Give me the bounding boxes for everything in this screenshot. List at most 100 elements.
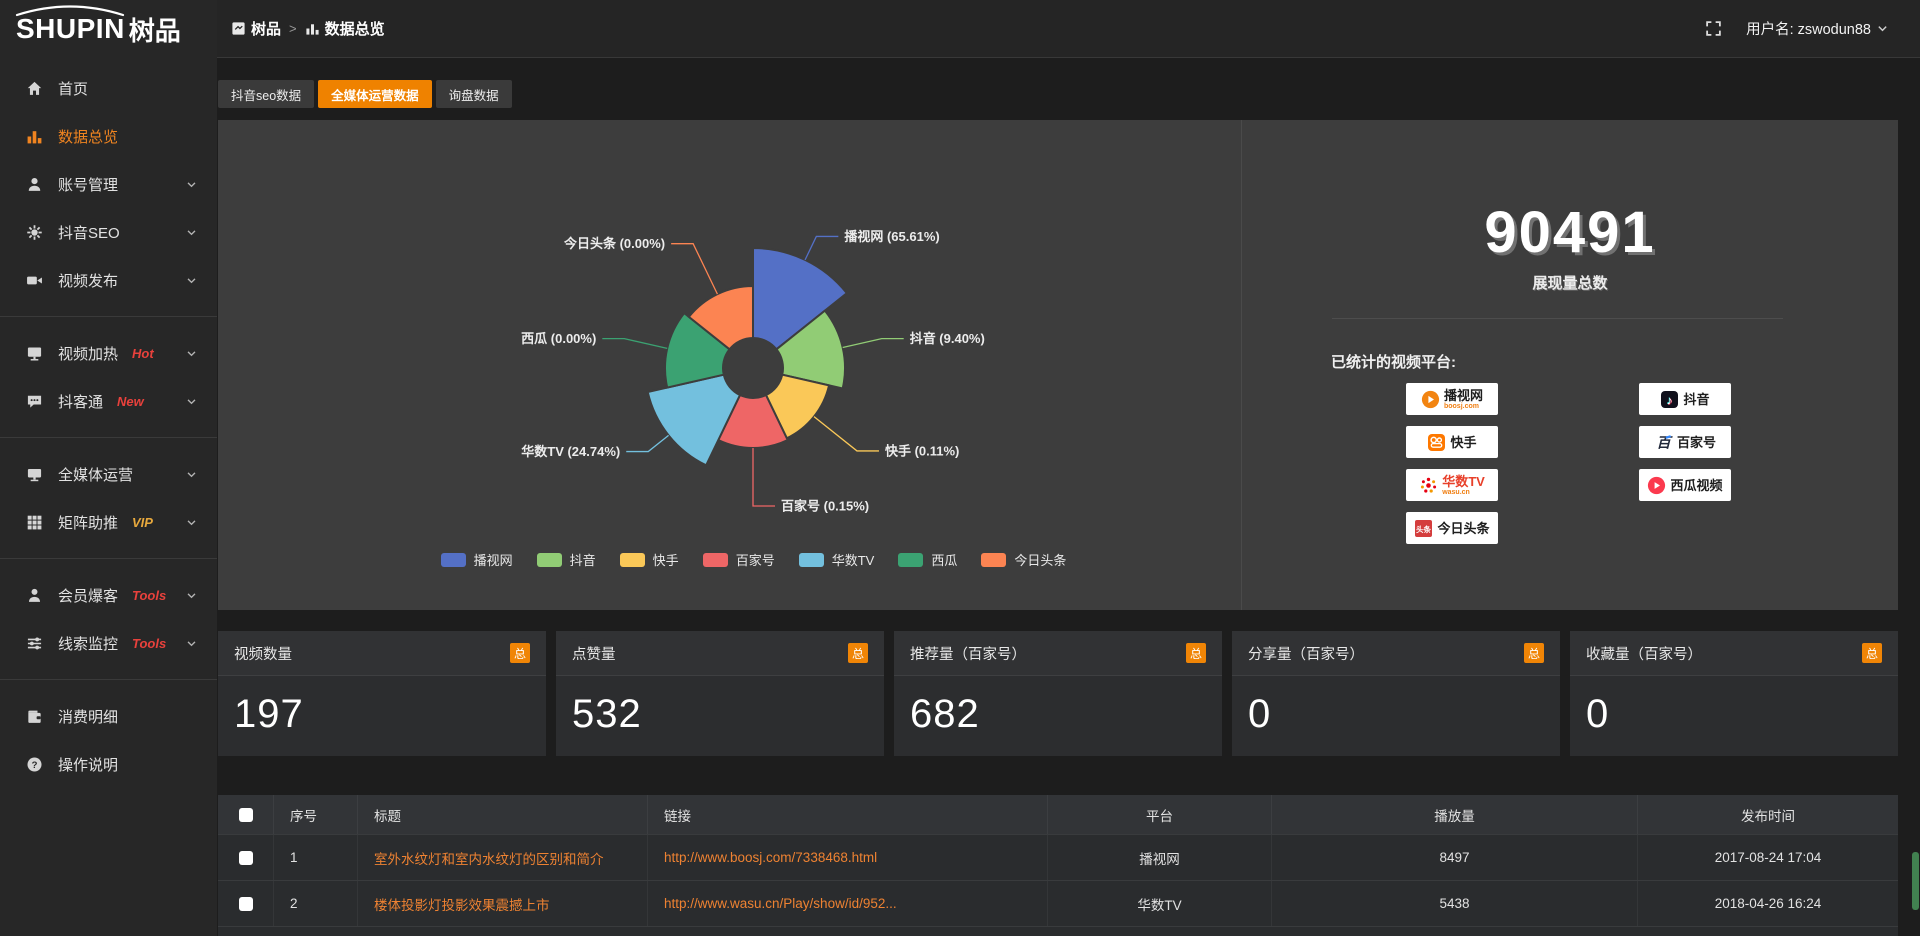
app-logo: SHUPIN 树品 <box>0 0 217 58</box>
table-row: 2楼体投影灯投影效果震撼上市http://www.wasu.cn/Play/sh… <box>218 881 1898 927</box>
cell-url-link[interactable]: http://www.boosj.com/7338468.html <box>648 835 1048 880</box>
platform-name: 华数TV <box>1442 475 1485 488</box>
row-checkbox-cell <box>218 881 274 926</box>
cell-num: 1 <box>274 835 358 880</box>
sidebar-item-account-manage[interactable]: 账号管理 <box>0 160 217 208</box>
legend-item-华数TV[interactable]: 华数TV <box>799 550 875 569</box>
videos-table: 序号标题链接平台播放量发布时间1室外水纹灯和室内水纹灯的区别和简介http://… <box>218 795 1898 927</box>
legend-swatch <box>441 553 466 567</box>
tab-2[interactable]: 全媒体运营数据 <box>318 80 432 108</box>
stat-card: 收藏量（百家号）总0 <box>1570 631 1898 756</box>
total-badge: 总 <box>848 643 868 663</box>
sidebar: SHUPIN 树品 首页数据总览账号管理抖音SEO视频发布视频加热Hot 抖客通 N… <box>0 0 217 936</box>
platform-badges-right: ♪♪♪抖音百百家号西瓜视频 <box>1639 383 1731 544</box>
stat-card-title: 推荐量（百家号） <box>910 643 1026 664</box>
sidebar-item-label: 操作说明 <box>58 754 118 775</box>
sidebar-item-video-heat[interactable]: 视频加热Hot <box>0 329 217 377</box>
legend-item-播视网[interactable]: 播视网 <box>441 550 513 569</box>
select-all-checkbox[interactable] <box>239 808 253 822</box>
sidebar-item-label: 消费明细 <box>58 706 118 727</box>
stat-card-value: 532 <box>556 676 884 737</box>
stat-card-header: 视频数量 总 <box>218 631 546 676</box>
user-icon <box>26 176 43 193</box>
sidebar-item-label: 抖客通 <box>58 391 103 412</box>
sidebar-item-label: 会员爆客 <box>58 585 118 606</box>
sidebar-item-badge: Hot <box>132 346 154 361</box>
sidebar-item-media-operation[interactable]: 全媒体运营 <box>0 450 217 498</box>
legend-label: 播视网 <box>474 550 513 569</box>
tab-3[interactable]: 询盘数据 <box>436 80 512 108</box>
legend-item-快手[interactable]: 快手 <box>620 550 679 569</box>
breadcrumb-root[interactable]: 树品 <box>231 18 281 39</box>
cell-url-link[interactable]: http://www.wasu.cn/Play/show/id/952... <box>648 881 1048 926</box>
username-label: 用户名: zswodun88 <box>1746 18 1871 39</box>
platform-badge-快手: 快手 <box>1406 426 1498 458</box>
chevron-down-icon <box>186 517 197 528</box>
pie-label-line-华数TV <box>626 435 668 451</box>
page-scrollbar-thumb[interactable] <box>1912 852 1919 910</box>
legend-item-百家号[interactable]: 百家号 <box>703 550 775 569</box>
row-checkbox[interactable] <box>239 851 253 865</box>
table-row-partial <box>218 927 1898 936</box>
pie-label-line-西瓜 <box>602 339 667 349</box>
pie-slice-华数TV[interactable] <box>648 375 740 466</box>
platform-badge-text: 今日头条 <box>1437 522 1489 535</box>
breadcrumb-current[interactable]: 数据总览 <box>305 18 385 39</box>
stat-card-value: 682 <box>894 676 1222 737</box>
sidebar-item-douyin-seo[interactable]: 抖音SEO <box>0 208 217 256</box>
platform-name: 抖音 <box>1683 393 1709 406</box>
row-checkbox[interactable] <box>239 897 253 911</box>
legend-item-西瓜[interactable]: 西瓜 <box>898 550 957 569</box>
sidebar-item-data-overview[interactable]: 数据总览 <box>0 112 217 160</box>
bar-chart-small-icon <box>305 21 320 36</box>
stat-cards: 视频数量总197点赞量总532推荐量（百家号）总682分享量（百家号）总0收藏量… <box>218 631 1898 756</box>
sidebar-item-badge: New <box>117 394 144 409</box>
data-tabs: 抖音seo数据全媒体运营数据询盘数据 <box>218 80 1898 108</box>
stat-card: 视频数量总197 <box>218 631 546 756</box>
platform-name: 播视网 <box>1444 389 1483 402</box>
svg-text:头条: 头条 <box>1416 524 1432 534</box>
sidebar-item-clue-monitor[interactable]: 线索监控Tools <box>0 619 217 667</box>
fullscreen-icon[interactable] <box>1705 20 1722 37</box>
table-header-cell: 播放量 <box>1272 795 1638 834</box>
chevron-down-icon <box>186 638 197 649</box>
sidebar-item-operation-guide[interactable]: ?操作说明 <box>0 740 217 788</box>
home-icon <box>26 80 43 97</box>
sidebar-item-video-publish[interactable]: 视频发布 <box>0 256 217 304</box>
breadcrumb: 树品 > 数据总览 <box>231 18 385 39</box>
chevron-down-icon <box>186 179 197 190</box>
cell-title-link[interactable]: 室外水纹灯和室内水纹灯的区别和简介 <box>358 835 648 880</box>
sidebar-item-matrix-boost[interactable]: 矩阵助推VIP <box>0 498 217 546</box>
legend-item-抖音[interactable]: 抖音 <box>537 550 596 569</box>
logo-arc-decoration <box>13 4 127 17</box>
total-badge: 总 <box>510 643 530 663</box>
summary-section: 90491 展现量总数 已统计的视频平台: 播视网boosj.com快手华数TV… <box>1241 120 1898 610</box>
topbar: 树品 > 数据总览 用户名: zswodun88 <box>217 0 1920 58</box>
legend-label: 西瓜 <box>931 550 957 569</box>
sidebar-item-label: 数据总览 <box>58 126 118 147</box>
sidebar-item-consume-detail[interactable]: 消费明细 <box>0 692 217 740</box>
tab-1[interactable]: 抖音seo数据 <box>218 80 314 108</box>
platform-badge-播视网: 播视网boosj.com <box>1406 383 1498 415</box>
pie-label-line-抖音 <box>843 339 904 348</box>
cell-publish-time: 2018-04-26 16:24 <box>1638 881 1898 926</box>
stat-card-header: 收藏量（百家号）总 <box>1570 631 1898 676</box>
cell-title-link[interactable]: 楼体投影灯投影效果震撼上市 <box>358 881 648 926</box>
sidebar-item-home[interactable]: 首页 <box>0 64 217 112</box>
wasu-icon <box>1419 476 1438 495</box>
stat-card: 点赞量总532 <box>556 631 884 756</box>
platform-badge-西瓜视频: 西瓜视频 <box>1639 469 1731 501</box>
legend-swatch <box>799 553 824 567</box>
breadcrumb-separator: > <box>289 21 297 36</box>
legend-item-今日头条[interactable]: 今日头条 <box>981 550 1066 569</box>
pie-label-line-快手 <box>814 417 879 451</box>
sidebar-item-label: 全媒体运营 <box>58 464 133 485</box>
platform-badge-今日头条: 头条今日头条 <box>1406 512 1498 544</box>
user-menu[interactable]: 用户名: zswodun88 <box>1746 18 1888 39</box>
stat-card-title: 视频数量 <box>234 643 292 664</box>
sidebar-item-douketong[interactable]: 抖客通 New <box>0 377 217 425</box>
sidebar-item-member-baoke[interactable]: 会员爆客Tools <box>0 571 217 619</box>
row-checkbox-cell <box>218 835 274 880</box>
breadcrumb-current-label: 数据总览 <box>325 18 385 39</box>
chart-section: 播视网 (65.61%)抖音 (9.40%)快手 (0.11%)百家号 (0.1… <box>218 120 1241 610</box>
